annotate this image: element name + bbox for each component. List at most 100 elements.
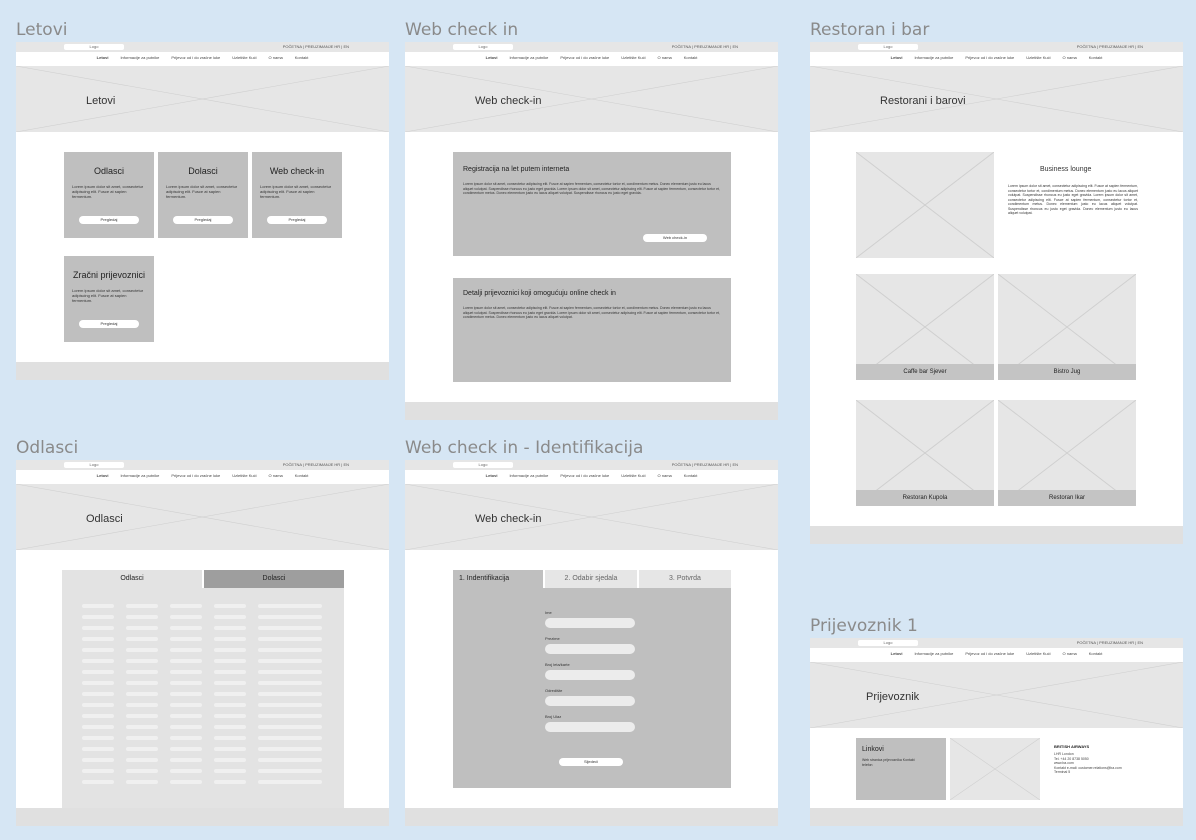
view-button[interactable]: Pregledaj <box>267 216 327 224</box>
field-label: Broj Ulaz <box>545 714 562 719</box>
nav-item[interactable]: Letovi <box>891 651 903 656</box>
nav-item[interactable]: O nama <box>658 473 672 478</box>
lounge-text: Lorem ipsum dolor sit amet, consectetur … <box>1008 184 1138 215</box>
next-button[interactable]: Sljedeći <box>559 758 623 766</box>
nav-item[interactable]: Uzletište Kući <box>1026 55 1050 60</box>
nav-item[interactable]: Informacije za putnike <box>509 55 548 60</box>
nav-item[interactable]: Kontakt <box>1089 55 1103 60</box>
logo[interactable]: Logo <box>858 640 918 646</box>
nav-item[interactable]: Prijevoz od i do zračne luke <box>560 55 609 60</box>
tab-odabir-sjedala[interactable]: 2. Odabir sjedala <box>545 570 637 588</box>
logo[interactable]: Logo <box>453 44 513 50</box>
top-links[interactable]: POČETNA | PREUZIMANJE HR | EN <box>672 462 738 467</box>
view-button[interactable]: Pregledaj <box>173 216 233 224</box>
nav-item[interactable]: Prijevoz od i do zračne luke <box>171 473 220 478</box>
nav-item[interactable]: Prijevoz od i do zračne luke <box>560 473 609 478</box>
first-name-field[interactable] <box>545 618 635 628</box>
table-cell-placeholder <box>170 626 202 630</box>
nav-item[interactable]: O nama <box>1063 651 1077 656</box>
table-cell-placeholder <box>214 615 246 619</box>
nav-item[interactable]: O nama <box>1063 55 1077 60</box>
nav-item[interactable]: Informacije za putnike <box>120 55 159 60</box>
card-title: Odlasci <box>93 166 124 176</box>
card-text[interactable]: Web stranica prijevoznika Kontakt telefo… <box>862 758 922 767</box>
main-nav: Letovi Informacije za putnike Prijevoz od … <box>810 648 1183 660</box>
nav-item[interactable]: Prijevoz od i do zračne luke <box>171 55 220 60</box>
nav-item[interactable]: Letovi <box>486 473 498 478</box>
view-button[interactable]: Pregledaj <box>79 216 139 224</box>
nav-item[interactable]: Informacije za putnike <box>914 55 953 60</box>
nav-item[interactable]: O nama <box>269 55 283 60</box>
top-links[interactable]: POČETNA | PREUZIMANJE HR | EN <box>1077 640 1143 645</box>
flight-number-field[interactable] <box>545 670 635 680</box>
nav-item[interactable]: Uzletište Kući <box>621 473 645 478</box>
logo[interactable]: Logo <box>453 462 513 468</box>
nav-item[interactable]: Uzletište Kući <box>621 55 645 60</box>
airlines-details-box: Detalji prijevoznici koji omogućuju onli… <box>453 278 731 382</box>
table-cell-placeholder <box>258 747 322 751</box>
table-cell-placeholder <box>126 626 158 630</box>
nav-item[interactable]: Prijevoz od i do zračne luke <box>965 651 1014 656</box>
nav-item[interactable]: Informacije za putnike <box>509 473 548 478</box>
frame-identifikacija: Logo POČETNA | PREUZIMANJE HR | EN Letov… <box>405 460 778 826</box>
nav-item[interactable]: Letovi <box>97 473 109 478</box>
nav-item[interactable]: Informacije za putnike <box>120 473 159 478</box>
frame-title-letovi: Letovi <box>16 20 68 40</box>
table-cell-placeholder <box>258 637 322 641</box>
top-links[interactable]: POČETNA | PREUZIMANJE HR | EN <box>672 44 738 49</box>
table-cell-placeholder <box>258 780 322 784</box>
nav-item[interactable]: Kontakt <box>1089 651 1103 656</box>
nav-item[interactable]: Kontakt <box>295 473 309 478</box>
nav-item[interactable]: O nama <box>269 473 283 478</box>
table-cell-placeholder <box>170 769 202 773</box>
table-cell-placeholder <box>258 725 322 729</box>
table-cell-placeholder <box>214 736 246 740</box>
tab-potvrda[interactable]: 3. Potvrda <box>639 570 731 588</box>
place-card[interactable]: Restoran Kupola <box>856 400 994 506</box>
web-check-in-button[interactable]: Web check-in <box>643 234 707 242</box>
top-links[interactable]: POČETNA | PREUZIMANJE HR | EN <box>283 44 349 49</box>
table-cell-placeholder <box>170 648 202 652</box>
gate-field[interactable] <box>545 722 635 732</box>
nav-item[interactable]: Letovi <box>486 55 498 60</box>
nav-item[interactable]: Uzletište Kući <box>1026 651 1050 656</box>
nav-item[interactable]: Informacije za putnike <box>914 651 953 656</box>
logo[interactable]: Logo <box>64 462 124 468</box>
table-cell-placeholder <box>170 714 202 718</box>
top-links[interactable]: POČETNA | PREUZIMANJE HR | EN <box>283 462 349 467</box>
table-cell-placeholder <box>82 681 114 685</box>
main-nav: Letovi Informacije za putnike Prijevoz od … <box>810 52 1183 64</box>
table-cell-placeholder <box>214 670 246 674</box>
tab-identifikacija[interactable]: 1. Indentifikacija <box>453 570 543 588</box>
table-cell-placeholder <box>258 604 322 608</box>
nav-item[interactable]: Uzletište Kući <box>232 55 256 60</box>
place-card[interactable]: Bistro Jug <box>998 274 1136 380</box>
logo[interactable]: Logo <box>64 44 124 50</box>
nav-item[interactable]: O nama <box>658 55 672 60</box>
table-cell-placeholder <box>82 637 114 641</box>
nav-item[interactable]: Prijevoz od i do zračne luke <box>965 55 1014 60</box>
place-card[interactable]: Caffe bar Sjever <box>856 274 994 380</box>
top-links[interactable]: POČETNA | PREUZIMANJE HR | EN <box>1077 44 1143 49</box>
table-cell-placeholder <box>126 703 158 707</box>
card-title: Dolasci <box>188 166 218 176</box>
table-cell-placeholder <box>170 758 202 762</box>
destination-field[interactable] <box>545 696 635 706</box>
table-cell-placeholder <box>126 637 158 641</box>
logo[interactable]: Logo <box>858 44 918 50</box>
last-name-field[interactable] <box>545 644 635 654</box>
frame-title-web-check-in: Web check in <box>405 20 519 40</box>
nav-item[interactable]: Kontakt <box>684 473 698 478</box>
view-button[interactable]: Pregledaj <box>79 320 139 328</box>
nav-item[interactable]: Letovi <box>97 55 109 60</box>
tab-dolasci[interactable]: Dolasci <box>204 570 344 588</box>
tab-odlasci[interactable]: Odlasci <box>62 570 202 588</box>
nav-item[interactable]: Uzletište Kući <box>232 473 256 478</box>
table-cell-placeholder <box>82 692 114 696</box>
nav-item[interactable]: Kontakt <box>295 55 309 60</box>
nav-item[interactable]: Kontakt <box>684 55 698 60</box>
place-card[interactable]: Restoran Ikar <box>998 400 1136 506</box>
nav-item[interactable]: Letovi <box>891 55 903 60</box>
table-cell-placeholder <box>214 648 246 652</box>
airline-image <box>950 738 1040 800</box>
